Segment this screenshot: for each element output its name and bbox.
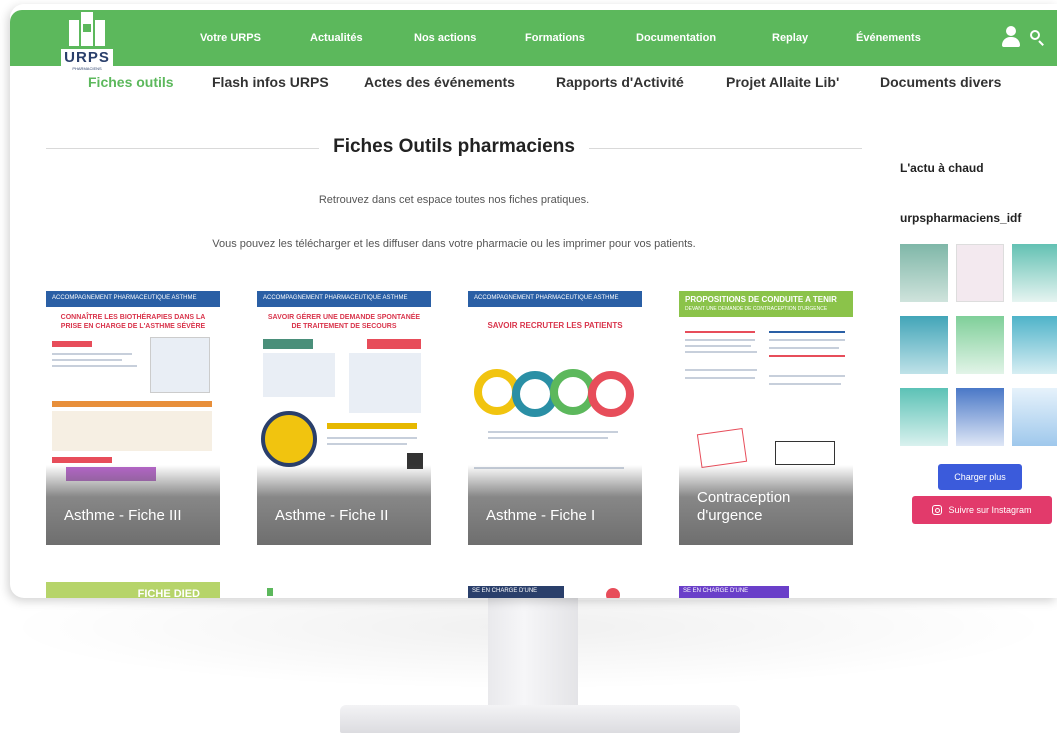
instagram-icon <box>932 505 943 515</box>
card-doc-title: SAVOIR GÉRER UNE DEMANDE SPONTANÉE DE TR… <box>267 314 421 330</box>
monitor-screen: URPS PHARMACIENS Votre URPS Actualités N… <box>10 4 1057 598</box>
follow-instagram-button[interactable]: Suivre sur Instagram <box>912 496 1052 524</box>
instagram-post[interactable] <box>900 316 948 374</box>
fiche-card-asthme-1[interactable]: ACCOMPAGNEMENT PHARMACEUTIQUE ASTHME SAV… <box>468 291 642 545</box>
instagram-post[interactable] <box>956 316 1004 374</box>
card-doc-thumbnail <box>150 337 210 393</box>
partial-card-4[interactable]: SE EN CHARGE D'UNE <box>679 582 853 598</box>
card-caption-line2: d'urgence <box>697 507 763 524</box>
card-doc-title: CONNAÎTRE LES BIOTHÉRAPIES DANS LA PRISE… <box>60 314 206 330</box>
card-doc-title: SAVOIR RECRUTER LES PATIENTS <box>487 321 623 330</box>
instagram-post[interactable] <box>1012 316 1057 374</box>
urps-logo[interactable]: URPS PHARMACIENS <box>52 12 122 76</box>
instagram-post[interactable] <box>1012 388 1057 446</box>
logo-text: URPS <box>61 49 113 66</box>
subnav-rapports-activite[interactable]: Rapports d'Activité <box>556 74 684 90</box>
intro-text-2: Vous pouvez les télécharger et les diffu… <box>212 238 696 250</box>
monitor-stand-base <box>340 705 740 733</box>
nav-actualites[interactable]: Actualités <box>310 32 363 44</box>
top-nav-bar: URPS PHARMACIENS Votre URPS Actualités N… <box>10 10 1057 71</box>
partial-card-1[interactable]: FICHE DIED <box>46 582 220 598</box>
badge-icon <box>261 411 317 467</box>
sidebar-title: L'actu à chaud <box>900 161 984 175</box>
instagram-post[interactable] <box>900 244 948 302</box>
card-caption: Asthme - Fiche III <box>64 507 182 524</box>
nav-replay[interactable]: Replay <box>772 32 808 44</box>
nav-evenements[interactable]: Événements <box>856 32 921 44</box>
nav-documentation[interactable]: Documentation <box>636 32 716 44</box>
card-header-subtext: DEVANT UNE DEMANDE DE CONTRACEPTION D'UR… <box>685 306 828 312</box>
subnav-documents-divers[interactable]: Documents divers <box>880 74 1001 90</box>
nav-icons <box>1001 26 1045 48</box>
subnav-actes-evenements[interactable]: Actes des événements <box>364 74 515 90</box>
sub-nav: Fiches outils Flash infos URPS Actes des… <box>10 74 1057 98</box>
user-icon[interactable] <box>1001 26 1021 48</box>
card-header-text: ACCOMPAGNEMENT PHARMACEUTIQUE ASTHME <box>474 295 619 301</box>
instagram-post[interactable] <box>956 388 1004 446</box>
fiche-card-asthme-2[interactable]: ACCOMPAGNEMENT PHARMACEUTIQUE ASTHME SAV… <box>257 291 431 545</box>
logo-building-icon <box>67 12 107 48</box>
card-header-text: PROPOSITIONS DE CONDUITE A TENIR <box>685 295 837 304</box>
fiche-card-asthme-3[interactable]: ACCOMPAGNEMENT PHARMACEUTIQUE ASTHME CON… <box>46 291 220 545</box>
load-more-button[interactable]: Charger plus <box>938 464 1022 490</box>
nav-formations[interactable]: Formations <box>525 32 585 44</box>
card-caption: Asthme - Fiche I <box>486 507 596 524</box>
subnav-flash-infos[interactable]: Flash infos URPS <box>212 74 329 90</box>
subnav-projet-allaite[interactable]: Projet Allaite Lib' <box>726 74 839 90</box>
instagram-post[interactable] <box>900 388 948 446</box>
card-caption: Asthme - Fiche II <box>275 507 389 524</box>
intro-text-1: Retrouvez dans cet espace toutes nos fic… <box>318 194 590 206</box>
section-heading: Fiches Outils pharmaciens <box>46 136 862 160</box>
logo-subtext: PHARMACIENS <box>70 66 104 71</box>
page-title: Fiches Outils pharmaciens <box>319 136 589 157</box>
partial-card-2[interactable] <box>257 582 431 598</box>
fiche-card-contraception-urgence[interactable]: PROPOSITIONS DE CONDUITE A TENIR DEVANT … <box>679 291 853 545</box>
subnav-fiches-outils[interactable]: Fiches outils <box>88 74 174 90</box>
partial-card-3[interactable]: SE EN CHARGE D'UNE <box>468 582 642 598</box>
instagram-handle[interactable]: urpspharmaciens_idf <box>900 211 1021 225</box>
monitor-stand-neck <box>488 598 578 708</box>
nav-votre-urps[interactable]: Votre URPS <box>200 32 261 44</box>
card-doc-table <box>52 411 212 451</box>
card-header-text: ACCOMPAGNEMENT PHARMACEUTIQUE ASTHME <box>263 295 408 301</box>
card-header-text: ACCOMPAGNEMENT PHARMACEUTIQUE ASTHME <box>52 295 197 301</box>
instagram-post[interactable] <box>1012 244 1057 302</box>
nav-nos-actions[interactable]: Nos actions <box>414 32 476 44</box>
follow-instagram-label: Suivre sur Instagram <box>948 505 1032 515</box>
search-icon[interactable] <box>1029 29 1045 46</box>
card-caption-line1: Contraception <box>697 489 791 506</box>
instagram-post[interactable] <box>956 244 1004 302</box>
